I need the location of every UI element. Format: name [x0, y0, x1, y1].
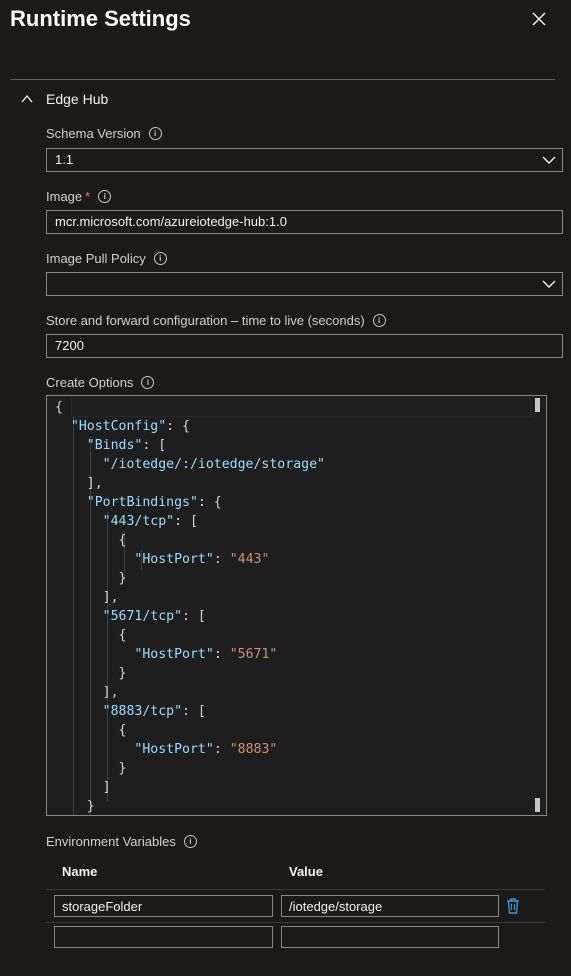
env-name-input[interactable]: storageFolder [54, 895, 273, 917]
env-name-input-empty[interactable] [54, 926, 273, 948]
schema-version-label: Schema Version i [46, 126, 162, 141]
schema-version-value: 1.1 [55, 152, 74, 167]
env-value-input-empty[interactable] [281, 926, 499, 948]
info-icon[interactable]: i [183, 835, 197, 848]
chevron-down-icon [542, 156, 556, 164]
scrollbar-top[interactable] [535, 398, 540, 412]
env-vars-label: Environment Variables i [46, 834, 197, 849]
image-pull-policy-label-text: Image Pull Policy [46, 251, 146, 266]
trash-icon[interactable] [505, 897, 521, 915]
create-options-label: Create Options i [46, 375, 155, 390]
ttl-value: 7200 [55, 338, 84, 353]
page-title: Runtime Settings [10, 6, 191, 31]
json-code: { "HostConfig": { "Binds": [ "/iotedge/:… [55, 400, 325, 814]
env-value-value: /iotedge/storage [289, 899, 383, 914]
header-divider [10, 79, 555, 80]
schema-version-label-text: Schema Version [46, 126, 141, 141]
edge-hub-section-toggle[interactable]: Edge Hub [20, 88, 108, 110]
info-icon[interactable]: i [372, 314, 386, 327]
image-label: Image * i [46, 189, 112, 204]
info-icon[interactable]: i [141, 376, 155, 389]
store-forward-label: Store and forward configuration – time t… [46, 313, 386, 328]
required-marker: * [85, 189, 91, 204]
info-icon[interactable]: i [98, 190, 112, 203]
create-options-label-text: Create Options [46, 375, 134, 390]
info-icon[interactable]: i [148, 127, 162, 140]
schema-version-select[interactable]: 1.1 [46, 148, 563, 172]
scrollbar-bottom[interactable] [535, 798, 540, 812]
table-divider [46, 889, 545, 890]
env-name-value: storageFolder [62, 899, 143, 914]
image-pull-policy-label: Image Pull Policy i [46, 251, 167, 266]
ttl-input[interactable]: 7200 [46, 334, 563, 358]
table-divider [46, 922, 545, 923]
close-icon[interactable] [530, 10, 548, 28]
env-value-input[interactable]: /iotedge/storage [281, 895, 499, 917]
section-label: Edge Hub [46, 91, 109, 107]
info-icon[interactable]: i [153, 252, 167, 265]
create-options-editor[interactable]: { "HostConfig": { "Binds": [ "/iotedge/:… [46, 395, 547, 816]
column-header-value: Value [289, 864, 323, 879]
image-input[interactable]: mcr.microsoft.com/azureiotedge-hub:1.0 [46, 210, 563, 234]
image-label-text: Image [46, 189, 83, 204]
image-pull-policy-select[interactable] [46, 272, 563, 296]
chevron-up-icon [21, 94, 33, 103]
chevron-down-icon [542, 280, 556, 288]
store-forward-label-text: Store and forward configuration – time t… [46, 313, 365, 328]
env-vars-label-text: Environment Variables [46, 834, 176, 849]
column-header-name: Name [62, 864, 98, 879]
image-value: mcr.microsoft.com/azureiotedge-hub:1.0 [55, 214, 287, 229]
